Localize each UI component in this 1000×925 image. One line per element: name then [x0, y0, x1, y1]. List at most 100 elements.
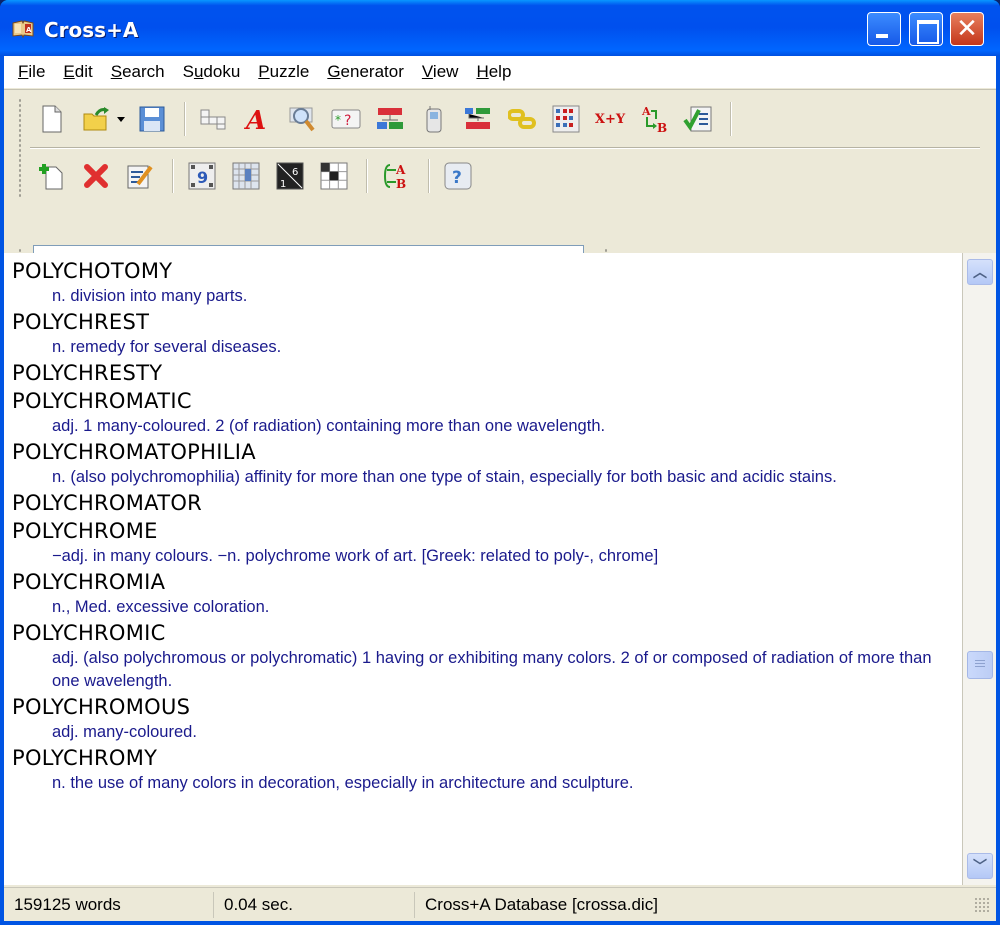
black-white-grid-icon: [320, 162, 348, 190]
black-white-grid-button[interactable]: [314, 158, 354, 194]
crossword-grid-icon: [200, 109, 226, 130]
tree-red-icon: [377, 108, 403, 129]
tree-green-icon: [465, 108, 490, 129]
entry-word: POLYCHREST: [12, 310, 150, 334]
anagram-button[interactable]: A: [238, 101, 278, 137]
entry-word: POLYCHROMATIC: [12, 389, 192, 413]
a-to-b-icon: AB: [641, 105, 667, 134]
chain-link-icon: [508, 109, 536, 129]
open-button[interactable]: [76, 101, 116, 137]
tree-red-button[interactable]: [370, 101, 410, 137]
entry-definition: n., Med. excessive coloration.: [52, 598, 270, 616]
entry-definition: n. division into many parts.: [52, 287, 248, 305]
entry-definition: adj. 1 many-coloured. 2 (of radiation) c…: [52, 417, 606, 435]
resize-grip[interactable]: [974, 896, 990, 913]
list-item[interactable]: POLYCHROMATOPHILIA n. (also polychromophi…: [12, 438, 962, 489]
list-item[interactable]: POLYCHRESTY: [12, 359, 962, 387]
menu-generator[interactable]: Generator: [327, 62, 404, 82]
x-plus-y-button[interactable]: X+Y: [590, 101, 630, 137]
toolbar-separator: [730, 102, 732, 136]
checklist-button[interactable]: [678, 101, 718, 137]
menu-file[interactable]: File: [18, 62, 45, 82]
add-word-button[interactable]: [32, 158, 72, 194]
x-plus-y-icon: X+Y: [594, 111, 626, 127]
entry-definition: adj. (also polychromous or polychromatic…: [52, 649, 932, 690]
new-button[interactable]: [32, 101, 72, 137]
svg-text:B: B: [396, 177, 406, 191]
edit-button[interactable]: [120, 158, 160, 194]
list-item[interactable]: POLYCHREST n. remedy for several diseases…: [12, 308, 962, 359]
compare-button[interactable]: AB: [376, 158, 416, 194]
open-dropdown-arrow[interactable]: [116, 101, 126, 137]
chevron-down-icon: ﹀: [973, 859, 987, 875]
toolbar-row-2: 9 61 AB ?: [32, 155, 482, 197]
menu-view[interactable]: View: [422, 62, 459, 82]
menu-puzzle[interactable]: Puzzle: [258, 62, 309, 82]
letter-grid-icon: [552, 105, 580, 133]
maximize-button[interactable]: [909, 12, 943, 46]
anagram-a-icon: A: [244, 106, 266, 133]
search-button[interactable]: [282, 101, 322, 137]
tree-green-button[interactable]: [458, 101, 498, 137]
toolbar-grip[interactable]: [18, 98, 22, 198]
menu-sudoku[interactable]: Sudoku: [183, 62, 241, 82]
close-button[interactable]: ✕: [950, 12, 984, 46]
save-button[interactable]: [132, 101, 172, 137]
a-to-b-button[interactable]: AB: [634, 101, 674, 137]
toolbar-separator: [428, 159, 430, 193]
scroll-up-button[interactable]: ︿: [967, 259, 993, 285]
save-icon: [139, 106, 165, 132]
vertical-scrollbar[interactable]: ︿ ﹀: [962, 253, 996, 885]
menu-help[interactable]: Help: [476, 62, 511, 82]
title-bar[interactable]: A Cross+A ✕: [0, 0, 1000, 56]
results-list[interactable]: POLYCHOTOMY n. division into many parts. P…: [4, 253, 962, 885]
svg-text:A: A: [244, 106, 266, 133]
list-item[interactable]: POLYCHROMIA n., Med. excessive coloration…: [12, 568, 962, 619]
toolbar-area: A *? X+Y A B 9 6 1 A B ? polycarbonate: [4, 89, 996, 283]
list-item[interactable]: POLYCHROMY n. the use of many colors in d…: [12, 744, 962, 795]
entry-word: POLYCHROME: [12, 519, 158, 543]
minimize-button[interactable]: [867, 12, 901, 46]
entry-word: POLYCHROMATOR: [12, 491, 203, 515]
client-area: File Edit Search Sudoku Puzzle Generator View H…: [4, 56, 996, 921]
letter-grid-button[interactable]: [546, 101, 586, 137]
help-button[interactable]: ?: [438, 158, 478, 194]
kakuro-button[interactable]: 61: [270, 158, 310, 194]
wildcard-search-button[interactable]: *?: [326, 101, 366, 137]
chain-button[interactable]: [502, 101, 542, 137]
list-item[interactable]: POLYCHOTOMY n. division into many parts.: [12, 257, 962, 308]
list-item[interactable]: POLYCHROMATIC adj. 1 many-coloured. 2 (of…: [12, 387, 962, 438]
kakuro-icon: 61: [276, 162, 304, 190]
edit-icon: [127, 165, 153, 189]
entry-word: POLYCHOTOMY: [12, 259, 173, 283]
crossword-button[interactable]: [194, 101, 234, 137]
list-item[interactable]: POLYCHROMIC adj. (also polychromous or po…: [12, 619, 962, 693]
menu-search[interactable]: Search: [111, 62, 165, 82]
toolbar-separator: [366, 159, 368, 193]
toolbar-separator: [172, 159, 174, 193]
sudoku-button[interactable]: 9: [182, 158, 222, 194]
delete-icon: [84, 164, 108, 188]
entry-definition: −adj. in many colours. −n. polychrome wo…: [52, 547, 659, 565]
entry-word: POLYCHROMOUS: [12, 695, 191, 719]
list-item[interactable]: POLYCHROME −adj. in many colours. −n. pol…: [12, 517, 962, 568]
chevron-up-icon: ︿: [973, 265, 987, 281]
scroll-thumb[interactable]: [967, 651, 993, 680]
delete-button[interactable]: [76, 158, 116, 194]
status-word-count: 159125 words: [4, 891, 214, 918]
svg-text:B: B: [657, 121, 667, 134]
svg-text:6: 6: [292, 167, 298, 178]
scroll-down-button[interactable]: ﹀: [967, 853, 993, 879]
wildcard-search-icon: *?: [331, 109, 361, 129]
svg-text:?: ?: [452, 168, 462, 188]
toolbar-separator: [184, 102, 186, 136]
svg-text:*: *: [335, 113, 341, 127]
toolbar-row-1: A *? X+Y A B: [32, 98, 740, 140]
menu-bar: File Edit Search Sudoku Puzzle Generator View H…: [4, 56, 996, 88]
blue-grid-button[interactable]: [226, 158, 266, 194]
menu-edit[interactable]: Edit: [63, 62, 92, 82]
phone-button[interactable]: [414, 101, 454, 137]
list-item[interactable]: POLYCHROMOUS adj. many-coloured.: [12, 693, 962, 744]
status-database: Cross+A Database [crossa.dic]: [425, 894, 658, 914]
list-item[interactable]: POLYCHROMATOR: [12, 489, 962, 517]
